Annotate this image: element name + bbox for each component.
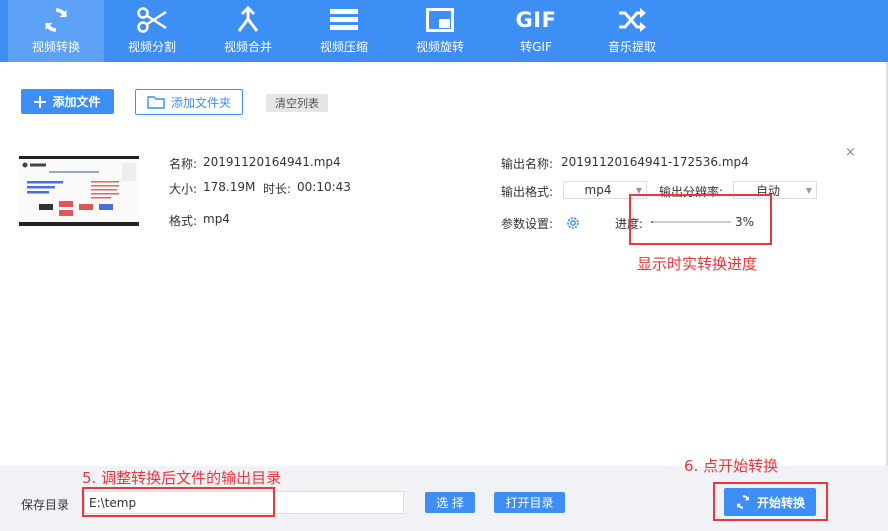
save-dir-label: 保存目录	[21, 498, 70, 512]
tab-video-rotate[interactable]: 视频旋转	[392, 0, 488, 62]
tab-music-extract[interactable]: 音乐提取	[584, 0, 680, 62]
file-size: 178.19M	[203, 180, 256, 194]
clear-list-button[interactable]: 清空列表	[266, 94, 328, 112]
tab-label: 音乐提取	[607, 40, 656, 54]
open-dir-button[interactable]: 打开目录	[494, 492, 565, 513]
video-thumbnail	[19, 156, 139, 226]
gif-icon-text: GIF	[515, 8, 557, 32]
output-format-label: 输出格式:	[501, 185, 554, 199]
dir-annotation: 5. 调整转换后文件的输出目录	[82, 469, 282, 487]
size-label: 大小:	[169, 182, 198, 196]
gear-icon[interactable]	[565, 215, 581, 231]
tab-label: 视频分割	[127, 40, 176, 54]
dir-highlight-box	[82, 487, 275, 517]
gif-icon: GIF	[516, 6, 556, 34]
file-name: 20191120164941.mp4	[203, 155, 341, 169]
tab-to-gif[interactable]: GIF 转GIF	[488, 0, 584, 62]
output-name[interactable]: 20191120164941-172536.mp4	[561, 155, 749, 169]
folder-icon	[147, 96, 165, 109]
add-folder-button[interactable]: 添加文件夹	[135, 89, 243, 115]
params-label: 参数设置:	[501, 217, 554, 231]
tab-label: 视频压缩	[319, 40, 368, 54]
merge-icon	[228, 6, 268, 34]
tab-video-compress[interactable]: 视频压缩	[296, 0, 392, 62]
output-name-label: 输出名称:	[501, 157, 554, 171]
scissors-icon	[132, 6, 172, 34]
duration-label: 时长:	[263, 182, 292, 196]
tab-video-merge[interactable]: 视频合并	[200, 0, 296, 62]
refresh-icon	[36, 6, 76, 34]
tab-label: 视频转换	[31, 40, 80, 54]
select-dir-button[interactable]: 选 择	[425, 492, 475, 513]
file-duration: 00:10:43	[297, 180, 351, 194]
tab-video-convert[interactable]: 视频转换	[8, 0, 104, 62]
plus-icon	[34, 95, 47, 108]
add-folder-label: 添加文件夹	[170, 95, 231, 110]
start-highlight-box	[713, 482, 828, 521]
add-file-label: 添加文件	[52, 95, 101, 109]
tab-label: 转GIF	[520, 40, 552, 54]
name-label: 名称:	[169, 157, 198, 171]
progress-highlight-box	[629, 194, 772, 245]
format-label: 格式:	[169, 214, 198, 228]
output-format-value: mp4	[584, 183, 612, 197]
start-annotation: 6. 点开始转换	[684, 457, 779, 475]
shuffle-icon	[612, 6, 652, 34]
tab-label: 视频旋转	[415, 40, 464, 54]
tab-video-split[interactable]: 视频分割	[104, 0, 200, 62]
compress-icon	[324, 6, 364, 34]
tab-label: 视频合并	[223, 40, 272, 54]
progress-annotation: 显示时实转换进度	[637, 255, 758, 273]
rotate-icon	[420, 6, 460, 34]
close-icon[interactable]: ×	[845, 145, 856, 160]
top-nav-bar: 视频转换 视频分割 视频合并 视频压缩 视频旋转 GIF 转GIF 音乐提取	[0, 0, 888, 62]
file-format: mp4	[203, 212, 230, 226]
chevron-down-icon: ▼	[805, 185, 813, 195]
add-file-button[interactable]: 添加文件	[21, 89, 114, 114]
